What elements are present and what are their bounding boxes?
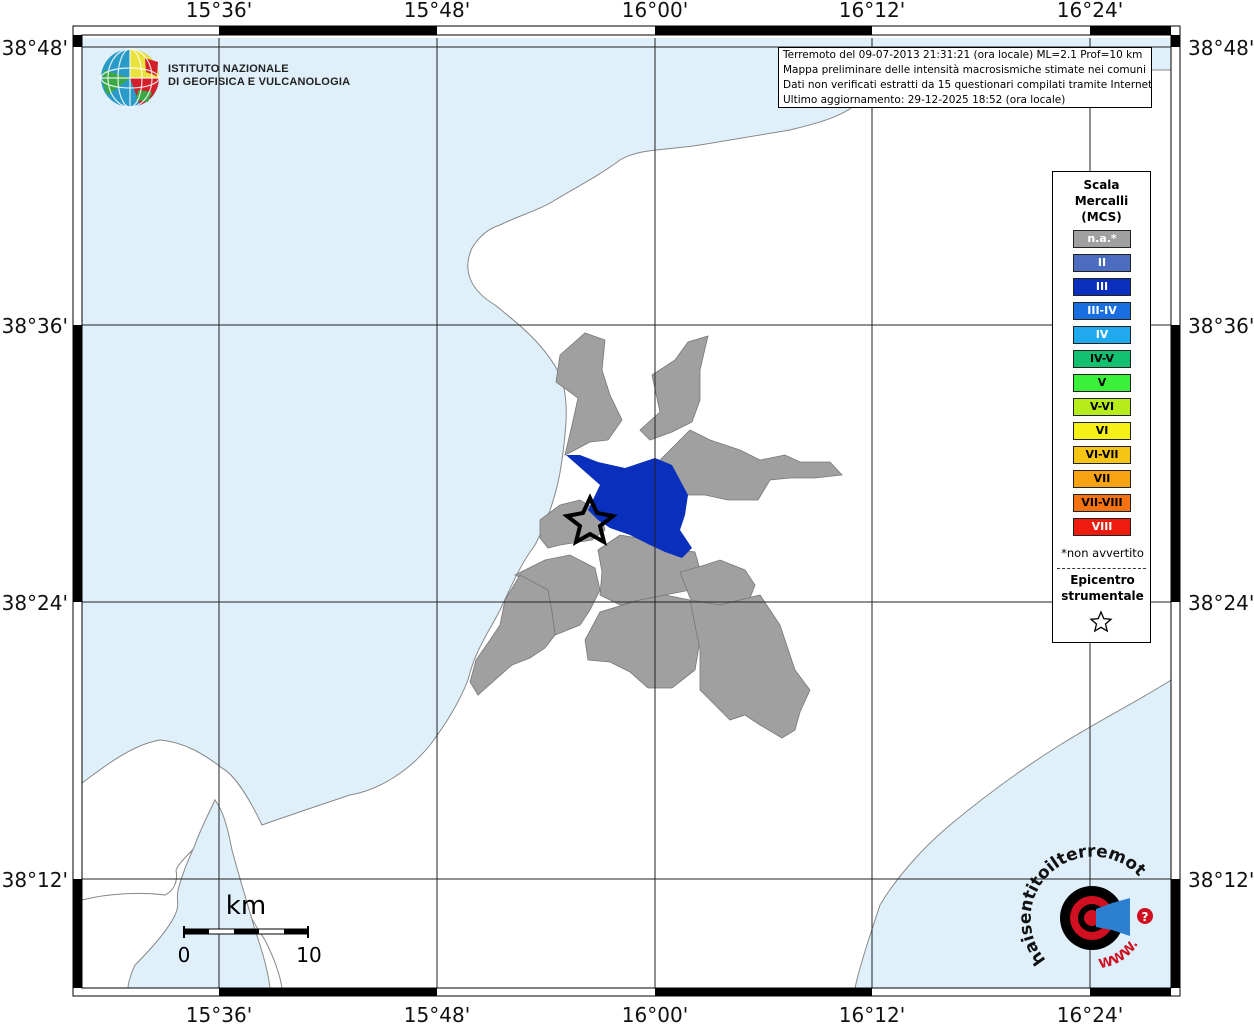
- lon-label: 15°48': [404, 1003, 470, 1024]
- info-line-2: Mappa preliminare delle intensità macros…: [783, 64, 1146, 76]
- lat-label: 38°48': [2, 36, 68, 60]
- legend-title-line2: Mercalli: [1074, 194, 1129, 208]
- legend-item: II: [1073, 254, 1131, 272]
- not-felt-note: *non avvertito: [1061, 546, 1144, 560]
- lon-label: 16°24': [1057, 0, 1123, 22]
- lon-label: 15°48': [404, 0, 470, 22]
- longitude-labels-bottom: 15°36' 15°48' 16°00' 16°12' 16°24': [186, 1003, 1123, 1024]
- epicenter-title-line2: strumentale: [1061, 589, 1144, 603]
- legend-item: VI-VII: [1073, 446, 1131, 464]
- legend-item: VII-VIII: [1073, 494, 1131, 512]
- legend-item: VI: [1073, 422, 1131, 440]
- lon-label: 16°00': [622, 0, 688, 22]
- legend-item: III-IV: [1073, 302, 1131, 320]
- lat-label: 38°24': [1188, 591, 1254, 615]
- mcs-legend: Scala Mercalli (MCS) n.a.* II III III-IV IV I…: [1052, 171, 1151, 643]
- legend-item: VII: [1073, 470, 1131, 488]
- legend-title-line3: (MCS): [1081, 210, 1122, 224]
- latitude-labels-left: 38°48' 38°36' 38°24' 38°12': [2, 36, 68, 892]
- lat-label: 38°36': [1188, 314, 1254, 338]
- legend-item: IV-V: [1073, 350, 1131, 368]
- institute-name-line2: DI GEOFISICA E VULCANOLOGIA: [168, 76, 351, 88]
- legend-item: IV: [1073, 326, 1131, 344]
- lon-label: 15°36': [186, 0, 252, 22]
- star-icon: [1089, 610, 1113, 633]
- lon-label: 16°24': [1057, 1003, 1123, 1024]
- lat-label: 38°48': [1188, 36, 1254, 60]
- lon-label: 16°12': [839, 1003, 905, 1024]
- lat-label: 38°36': [2, 314, 68, 338]
- lon-label: 16°12': [839, 0, 905, 22]
- latitude-labels-right: 38°48' 38°36' 38°24' 38°12': [1188, 36, 1254, 892]
- lon-label: 16°00': [622, 1003, 688, 1024]
- info-box: Terremoto del 09-07-2013 21:31:21 (ora l…: [778, 47, 1152, 108]
- legend-item: VIII: [1073, 518, 1131, 536]
- epicenter-legend-title: Epicentro strumentale: [1053, 572, 1152, 604]
- info-line-1: Terremoto del 09-07-2013 21:31:21 (ora l…: [783, 49, 1143, 61]
- scale-min-label: 0: [178, 943, 191, 967]
- ingv-globe-logo-icon: [100, 48, 160, 108]
- lat-label: 38°12': [2, 868, 68, 892]
- institute-name: ISTITUTO NAZIONALE DI GEOFISICA E VULCAN…: [168, 63, 350, 89]
- legend-title-line1: Scala: [1083, 178, 1120, 192]
- legend-title: Scala Mercalli (MCS): [1053, 177, 1150, 225]
- legend-item: III: [1073, 278, 1131, 296]
- institute-name-line1: ISTITUTO NAZIONALE: [168, 63, 289, 75]
- lat-label: 38°24': [2, 591, 68, 615]
- lat-label: 38°12': [1188, 868, 1254, 892]
- lon-label: 15°36': [186, 1003, 252, 1024]
- scale-max-label: 10: [296, 943, 321, 967]
- scale-unit: km: [226, 891, 266, 921]
- svg-text:?: ?: [1142, 910, 1149, 924]
- longitude-labels-top: 15°36' 15°48' 16°00' 16°12' 16°24': [186, 0, 1123, 22]
- legend-divider: [1057, 568, 1146, 569]
- legend-item: n.a.*: [1073, 230, 1131, 248]
- legend-item: V: [1073, 374, 1131, 392]
- epicenter-title-line1: Epicentro: [1070, 573, 1135, 587]
- info-line-4: Ultimo aggiornamento: 29-12-2025 18:52 (…: [783, 94, 1066, 106]
- info-line-3: Dati non verificati estratti da 15 quest…: [783, 79, 1152, 91]
- legend-item: V-VI: [1073, 398, 1131, 416]
